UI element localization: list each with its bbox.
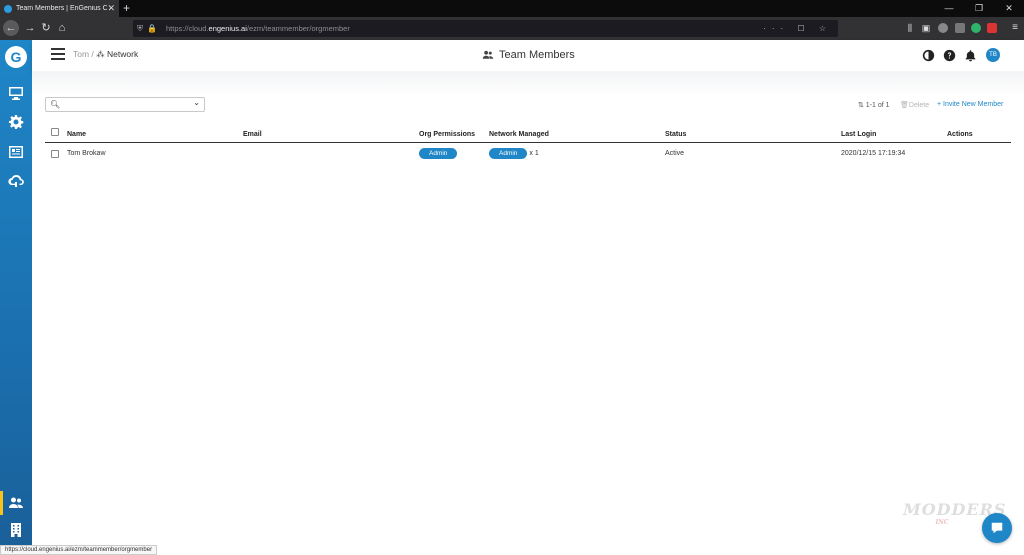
maximize-button[interactable]: ❐ bbox=[964, 0, 994, 17]
org-permission-badge[interactable]: Admin bbox=[419, 147, 458, 159]
close-window-button[interactable]: ✕ bbox=[994, 0, 1024, 17]
active-nav-indicator bbox=[0, 491, 3, 515]
browser-tab-bar: Team Members | EnGenius Clo ✕ + — ❐ ✕ bbox=[0, 0, 1024, 17]
column-header-org-permissions[interactable]: Org Permissions bbox=[419, 126, 475, 143]
site-security-icons[interactable]: ⛨🔒 bbox=[137, 20, 161, 37]
team-icon[interactable] bbox=[8, 495, 24, 511]
delete-button[interactable]: 🗑︎Delete bbox=[900, 101, 929, 109]
sidebar-toggle-icon[interactable]: ▣ bbox=[918, 20, 934, 36]
table-row[interactable]: Tom Brokaw Admin Admin x 1 Active 2020/1… bbox=[45, 143, 1011, 164]
window-controls: — ❐ ✕ bbox=[934, 0, 1024, 17]
network-role-badge[interactable]: Admin bbox=[489, 147, 528, 159]
page-actions-icons[interactable]: ··· ☐ ☆ bbox=[763, 20, 832, 37]
column-header-status[interactable]: Status bbox=[665, 126, 686, 143]
search-dropdown[interactable]: 🔍︎ ⌄ bbox=[45, 97, 205, 112]
breadcrumb-network[interactable]: Network bbox=[107, 49, 138, 59]
network-icon: ⁂ bbox=[96, 49, 105, 59]
breadcrumb-org[interactable]: Tom / bbox=[73, 49, 94, 59]
monitor-icon[interactable] bbox=[8, 85, 24, 101]
select-all-checkbox[interactable] bbox=[51, 128, 59, 136]
table-header: Name Email Org Permissions Network Manag… bbox=[45, 126, 1011, 143]
page-title-text: Team Members bbox=[499, 49, 575, 61]
extension-icon[interactable] bbox=[971, 23, 981, 33]
avatar[interactable]: TB bbox=[986, 48, 1000, 62]
network-count: x 1 bbox=[529, 150, 539, 157]
contrast-icon[interactable] bbox=[922, 49, 935, 62]
team-members-table: Name Email Org Permissions Network Manag… bbox=[45, 126, 1011, 164]
chat-support-button[interactable] bbox=[982, 513, 1012, 543]
url-bar[interactable]: ⛨🔒 https://cloud.engenius.ai/ezm/teammem… bbox=[133, 20, 838, 37]
row-checkbox[interactable] bbox=[51, 150, 59, 158]
app-header: Tom / ⁂ Network Team Members TB bbox=[32, 40, 1024, 71]
chevron-down-icon[interactable]: ⌄ bbox=[193, 98, 200, 107]
column-header-last-login[interactable]: Last Login bbox=[841, 126, 876, 143]
browser-nav-bar: ← → ↻ ⌂ ⛨🔒 https://cloud.engenius.ai/ezm… bbox=[0, 17, 1024, 40]
app-sidebar: G bbox=[0, 40, 32, 555]
adblock-icon[interactable] bbox=[987, 23, 997, 33]
forward-button[interactable]: → bbox=[22, 20, 38, 36]
url-path: /ezm/teammember/orgmember bbox=[246, 24, 350, 33]
extension-icon[interactable] bbox=[938, 23, 948, 33]
team-icon bbox=[482, 50, 494, 59]
building-icon[interactable] bbox=[8, 522, 24, 538]
trash-icon: 🗑︎ bbox=[900, 102, 909, 109]
url-domain: engenius.ai bbox=[208, 24, 247, 33]
delete-label: Delete bbox=[908, 102, 930, 109]
invite-new-member-button[interactable]: + Invite New Member bbox=[937, 101, 1003, 108]
extension-icon[interactable] bbox=[955, 23, 965, 33]
column-header-email[interactable]: Email bbox=[243, 126, 262, 143]
chat-icon bbox=[991, 522, 1003, 534]
gear-icon[interactable] bbox=[8, 114, 24, 130]
help-icon[interactable] bbox=[943, 49, 956, 62]
back-button[interactable]: ← bbox=[3, 20, 19, 36]
member-last-login: 2020/12/15 17:19:34 bbox=[841, 150, 906, 157]
browser-menu-icon[interactable]: ≡ bbox=[1007, 20, 1023, 36]
header-actions: TB bbox=[914, 48, 1000, 62]
breadcrumb: Tom / ⁂ Network bbox=[73, 49, 138, 60]
minimize-button[interactable]: — bbox=[934, 0, 964, 17]
list-icon[interactable] bbox=[8, 144, 24, 160]
column-header-name[interactable]: Name bbox=[67, 126, 86, 143]
page-title: Team Members bbox=[482, 49, 575, 61]
tab-title: Team Members | EnGenius Clo bbox=[16, 5, 108, 12]
network-managed-cell: Admin x 1 bbox=[489, 143, 539, 164]
url-prefix: https://cloud. bbox=[166, 24, 209, 33]
column-header-actions: Actions bbox=[947, 131, 973, 138]
watermark-sub: INC bbox=[935, 519, 949, 526]
engenius-logo[interactable]: G bbox=[5, 46, 27, 68]
reload-button[interactable]: ↻ bbox=[38, 20, 54, 36]
org-permission-cell: Admin bbox=[419, 143, 458, 164]
search-icon: 🔍︎ bbox=[50, 100, 61, 109]
member-status: Active bbox=[665, 150, 685, 157]
new-tab-button[interactable]: + bbox=[123, 0, 130, 17]
library-icon[interactable]: ⫼ bbox=[902, 20, 918, 36]
member-name: Tom Brokaw bbox=[67, 150, 106, 157]
site-favicon-icon bbox=[4, 4, 12, 13]
watermark-logo: MODDERS INC bbox=[903, 500, 1005, 532]
browser-tab[interactable]: Team Members | EnGenius Clo ✕ bbox=[0, 0, 119, 17]
cloud-network-icon[interactable] bbox=[8, 173, 24, 189]
hamburger-menu-icon[interactable] bbox=[51, 48, 65, 60]
tab-close-icon[interactable]: ✕ bbox=[107, 3, 115, 14]
status-bar-url: https://cloud.engenius.ai/ezm/teammember… bbox=[0, 545, 158, 555]
bell-icon[interactable] bbox=[964, 49, 977, 62]
column-header-network-managed[interactable]: Network Managed bbox=[489, 126, 549, 143]
header-shadow-band bbox=[32, 71, 1024, 96]
pagination-info[interactable]: ⇅ 1-1 of 1 bbox=[858, 101, 890, 109]
home-button[interactable]: ⌂ bbox=[54, 20, 70, 36]
